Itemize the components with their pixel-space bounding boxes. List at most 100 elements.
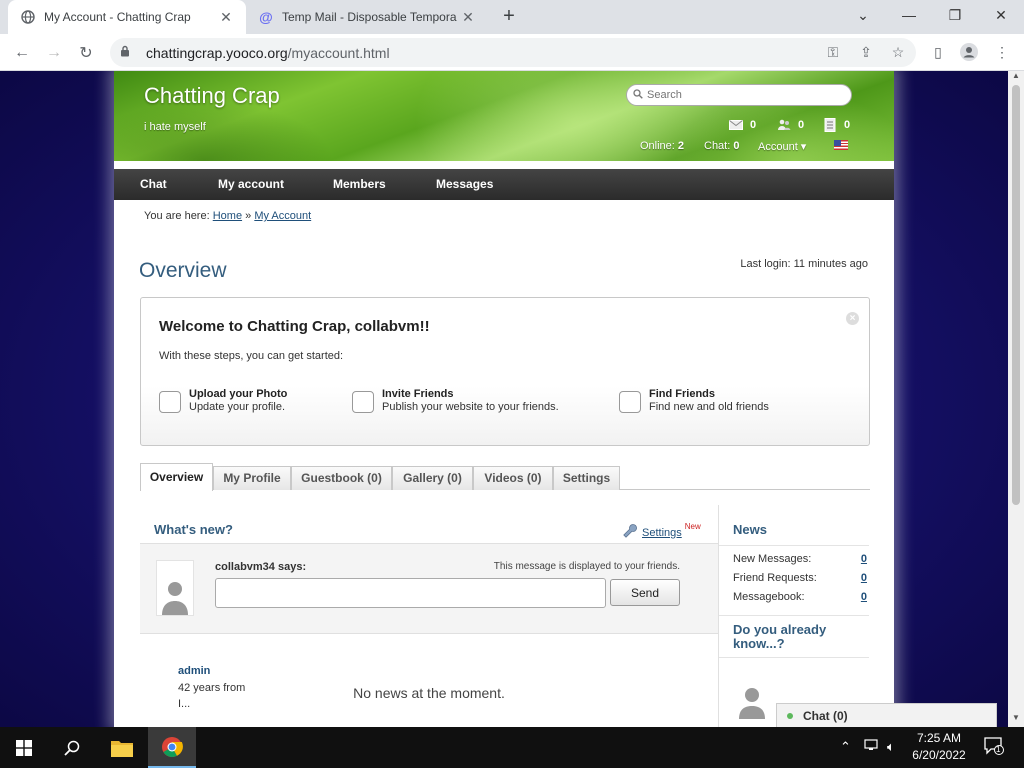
new-tab-button[interactable]: +	[498, 6, 520, 28]
news-value-link[interactable]: 0	[861, 591, 867, 603]
breadcrumb-separator: »	[245, 210, 252, 222]
step-desc: Find new and old friends	[649, 401, 769, 413]
network-icon[interactable]	[864, 739, 878, 754]
envelope-icon	[728, 119, 744, 131]
tab-my-profile[interactable]: My Profile	[213, 466, 291, 490]
news-value-link[interactable]: 0	[861, 572, 867, 584]
side-panel-icon[interactable]: ▯	[928, 42, 948, 62]
news-label: New Messages:	[733, 553, 812, 565]
more-menu-icon[interactable]: ⋮	[992, 42, 1012, 62]
bookmark-star-icon[interactable]: ☆	[888, 42, 908, 62]
scroll-up-arrow-icon[interactable]: ▲	[1008, 71, 1024, 85]
close-tab-icon[interactable]: ✕	[218, 9, 234, 26]
user-silhouette-icon	[162, 582, 188, 615]
volume-icon[interactable]: 🔈︎	[887, 739, 895, 755]
windows-start-icon[interactable]	[0, 727, 48, 768]
avatar	[156, 560, 194, 616]
minimize-button[interactable]: —	[886, 0, 932, 30]
step-title: Upload your Photo	[189, 388, 288, 400]
site-title[interactable]: Chatting Crap	[144, 83, 280, 109]
step-upload-photo[interactable]: Upload your Photo Update your profile.	[159, 388, 287, 413]
profile-avatar-icon[interactable]	[959, 42, 979, 62]
news-value-link[interactable]: 0	[861, 553, 867, 565]
notification-center-icon[interactable]: 1	[984, 737, 1004, 758]
close-window-button[interactable]: ✕	[978, 0, 1024, 30]
site-header: Chatting Crap i hate myself 0 0	[114, 71, 894, 161]
chat-bar-label: Chat (0)	[803, 708, 848, 723]
taskbar-clock[interactable]: 7:25 AM 6/20/2022	[904, 730, 974, 764]
news-title: News	[733, 522, 767, 537]
step-checkbox[interactable]	[352, 391, 374, 413]
news-label: Messagebook:	[733, 591, 805, 603]
whats-new-settings[interactable]: Settings New	[622, 522, 701, 542]
page-scrollbar[interactable]: ▲ ▼	[1008, 71, 1024, 727]
back-arrow-icon[interactable]: ←	[10, 41, 34, 65]
file-explorer-icon[interactable]	[98, 727, 146, 768]
chat-bar[interactable]: Chat (0)	[776, 703, 997, 727]
step-desc: Update your profile.	[189, 401, 285, 413]
online-label: Online:	[640, 140, 675, 152]
chrome-taskbar-icon[interactable]	[148, 727, 196, 768]
scroll-down-arrow-icon[interactable]: ▼	[1008, 713, 1024, 727]
user-silhouette-icon	[739, 688, 765, 719]
us-flag-icon[interactable]	[834, 140, 848, 150]
show-hidden-icons-chevron[interactable]: ⌃	[840, 739, 851, 755]
tab-settings[interactable]: Settings	[553, 466, 620, 490]
status-input[interactable]	[215, 578, 606, 608]
welcome-title: Welcome to Chatting Crap, collabvm!!	[159, 318, 430, 335]
browser-tab-tempmail[interactable]: @ Temp Mail - Disposable Tempora ✕	[246, 0, 488, 34]
browser-tab-myaccount[interactable]: My Account - Chatting Crap ✕	[8, 0, 246, 34]
page-viewport: Chatting Crap i hate myself 0 0	[0, 71, 1008, 727]
main-navigation: Chat My account Members Messages	[114, 169, 894, 200]
key-icon[interactable]: ⚿	[823, 42, 843, 62]
breadcrumb: You are here: Home » My Account	[144, 210, 311, 222]
whats-new-title: What's new?	[154, 522, 233, 537]
step-invite-friends[interactable]: Invite Friends Publish your website to y…	[352, 388, 559, 413]
member-name-link[interactable]: admin	[178, 665, 210, 677]
chat-label: Chat:	[704, 140, 731, 152]
online-status[interactable]: Online: 2	[640, 140, 684, 152]
new-badge: New	[684, 522, 701, 531]
chat-count: 0	[733, 140, 740, 152]
step-checkbox[interactable]	[619, 391, 641, 413]
tab-gallery[interactable]: Gallery (0)	[392, 466, 473, 490]
settings-link[interactable]: Settings	[642, 527, 682, 539]
breadcrumb-home-link[interactable]: Home	[213, 210, 242, 222]
close-tab-icon[interactable]: ✕	[460, 9, 476, 26]
search-box[interactable]	[626, 84, 852, 106]
guestbook-count: 0	[844, 119, 851, 131]
search-input[interactable]	[647, 89, 837, 101]
send-button[interactable]: Send	[610, 579, 680, 606]
step-find-friends[interactable]: Find Friends Find new and old friends	[619, 388, 769, 413]
member-avatar[interactable]	[734, 677, 770, 719]
reload-icon[interactable]: ↻	[74, 41, 98, 65]
chat-status[interactable]: Chat: 0	[704, 140, 739, 152]
friends-counter[interactable]: 0	[776, 119, 804, 131]
restore-button[interactable]: ❐	[932, 0, 978, 30]
know-title: Do you already know...?	[733, 622, 827, 651]
tab-guestbook[interactable]: Guestbook (0)	[291, 466, 392, 490]
nav-my-account[interactable]: My account	[218, 177, 284, 191]
tab-search-chevron-icon[interactable]: ⌄	[840, 0, 886, 30]
messages-counter[interactable]: 0	[728, 119, 756, 131]
tab-overview[interactable]: Overview	[140, 463, 213, 491]
forward-arrow-icon[interactable]: →	[42, 41, 66, 65]
scrollbar-thumb[interactable]	[1012, 85, 1020, 505]
breadcrumb-prefix: You are here:	[144, 210, 210, 222]
clock-date: 6/20/2022	[912, 748, 966, 762]
search-icon[interactable]	[48, 727, 96, 768]
address-bar[interactable]: chattingcrap.yooco.org/myaccount.html	[110, 38, 916, 67]
step-title: Invite Friends	[382, 388, 454, 400]
nav-members[interactable]: Members	[333, 177, 386, 191]
at-sign-icon: @	[259, 9, 273, 25]
nav-messages[interactable]: Messages	[436, 177, 493, 191]
breadcrumb-current-link[interactable]: My Account	[254, 210, 311, 222]
share-icon[interactable]: ⇪	[856, 42, 876, 62]
step-checkbox[interactable]	[159, 391, 181, 413]
close-welcome-icon[interactable]: ×	[846, 312, 859, 325]
news-row: New Messages: 0	[733, 553, 867, 565]
tab-videos[interactable]: Videos (0)	[473, 466, 553, 490]
guestbook-counter[interactable]: 0	[822, 118, 851, 132]
account-menu[interactable]: Account ▾	[758, 140, 806, 153]
nav-chat[interactable]: Chat	[140, 177, 167, 191]
